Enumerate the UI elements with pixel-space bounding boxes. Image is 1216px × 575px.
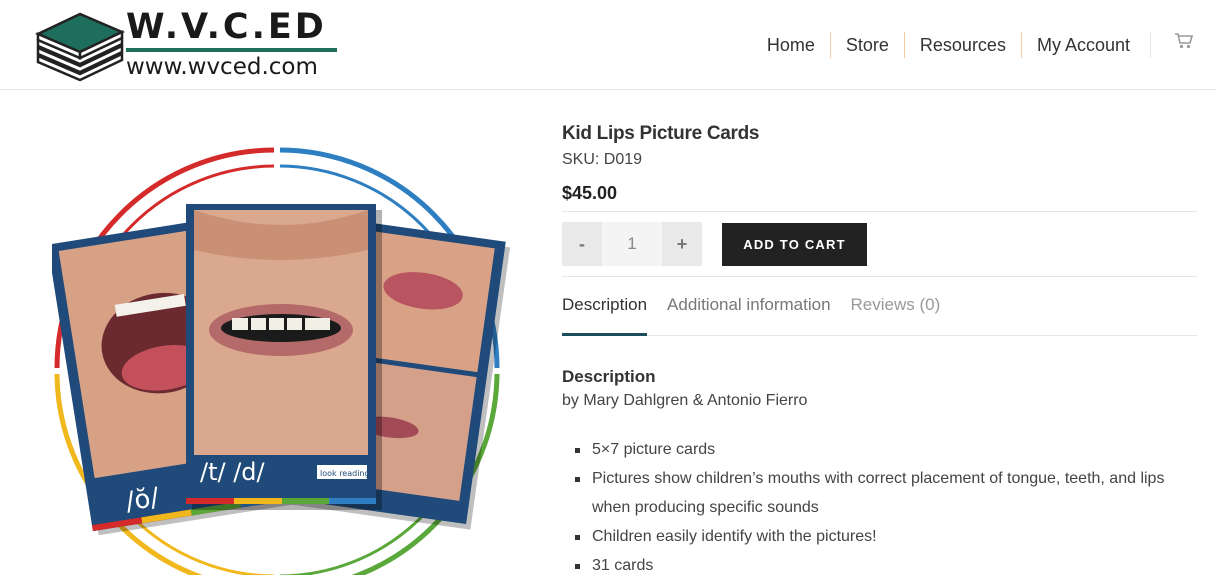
product-title: Kid Lips Picture Cards [562, 123, 760, 144]
product-price: $45.00 [562, 183, 618, 203]
add-to-cart-form: - + ADD TO CART [562, 212, 1197, 276]
site-header: W.V.C.ED www.wvced.com Home Store Resour… [0, 0, 1216, 90]
nav-my-account[interactable]: My Account [1022, 32, 1151, 58]
tab-additional-information[interactable]: Additional information [667, 277, 830, 335]
product-summary: Kid Lips Picture Cards SKU: D019 $45.00 … [562, 120, 1197, 575]
description-heading: Description [562, 367, 656, 386]
list-item: Children easily identify with the pictur… [562, 522, 1197, 551]
quantity-input[interactable] [602, 222, 662, 266]
list-item: 31 cards [562, 551, 1197, 575]
description-byline: by Mary Dahlgren & Antonio Fierro [562, 392, 808, 409]
site-logo[interactable]: W.V.C.ED www.wvced.com [34, 4, 344, 84]
logo-title: W.V.C.ED [126, 7, 327, 47]
product-sku: SKU: D019 [562, 151, 643, 168]
list-item: 5×7 picture cards [562, 435, 1197, 464]
nav-store[interactable]: Store [831, 32, 905, 58]
cart-icon[interactable] [1174, 32, 1194, 50]
nav-home[interactable]: Home [752, 32, 831, 58]
add-to-cart-button[interactable]: ADD TO CART [722, 222, 867, 266]
card-left-label: /ŏ/ [124, 483, 162, 518]
nav-resources[interactable]: Resources [905, 32, 1022, 58]
product-tabs: Description Additional information Revie… [562, 277, 1197, 336]
main-nav: Home Store Resources My Account [752, 31, 1151, 59]
product-image[interactable]: /ŏ/ /t/ /d/ look reading [52, 140, 512, 575]
card-center-label: /t/ /d/ [200, 458, 266, 486]
tab-reviews[interactable]: Reviews (0) [851, 277, 941, 335]
tab-description[interactable]: Description [562, 277, 648, 336]
quantity-plus-button[interactable]: + [662, 222, 702, 266]
books-icon [34, 12, 126, 82]
description-list: 5×7 picture cards Pictures show children… [562, 435, 1197, 575]
logo-url: www.wvced.com [126, 54, 318, 80]
quantity-stepper: - + [562, 222, 702, 266]
quantity-minus-button[interactable]: - [562, 222, 602, 266]
list-item: Pictures show children’s mouths with cor… [562, 464, 1197, 522]
card-brand-label: look reading [320, 469, 370, 478]
card-center: /t/ /d/ look reading [186, 204, 382, 510]
logo-underline [126, 48, 337, 52]
